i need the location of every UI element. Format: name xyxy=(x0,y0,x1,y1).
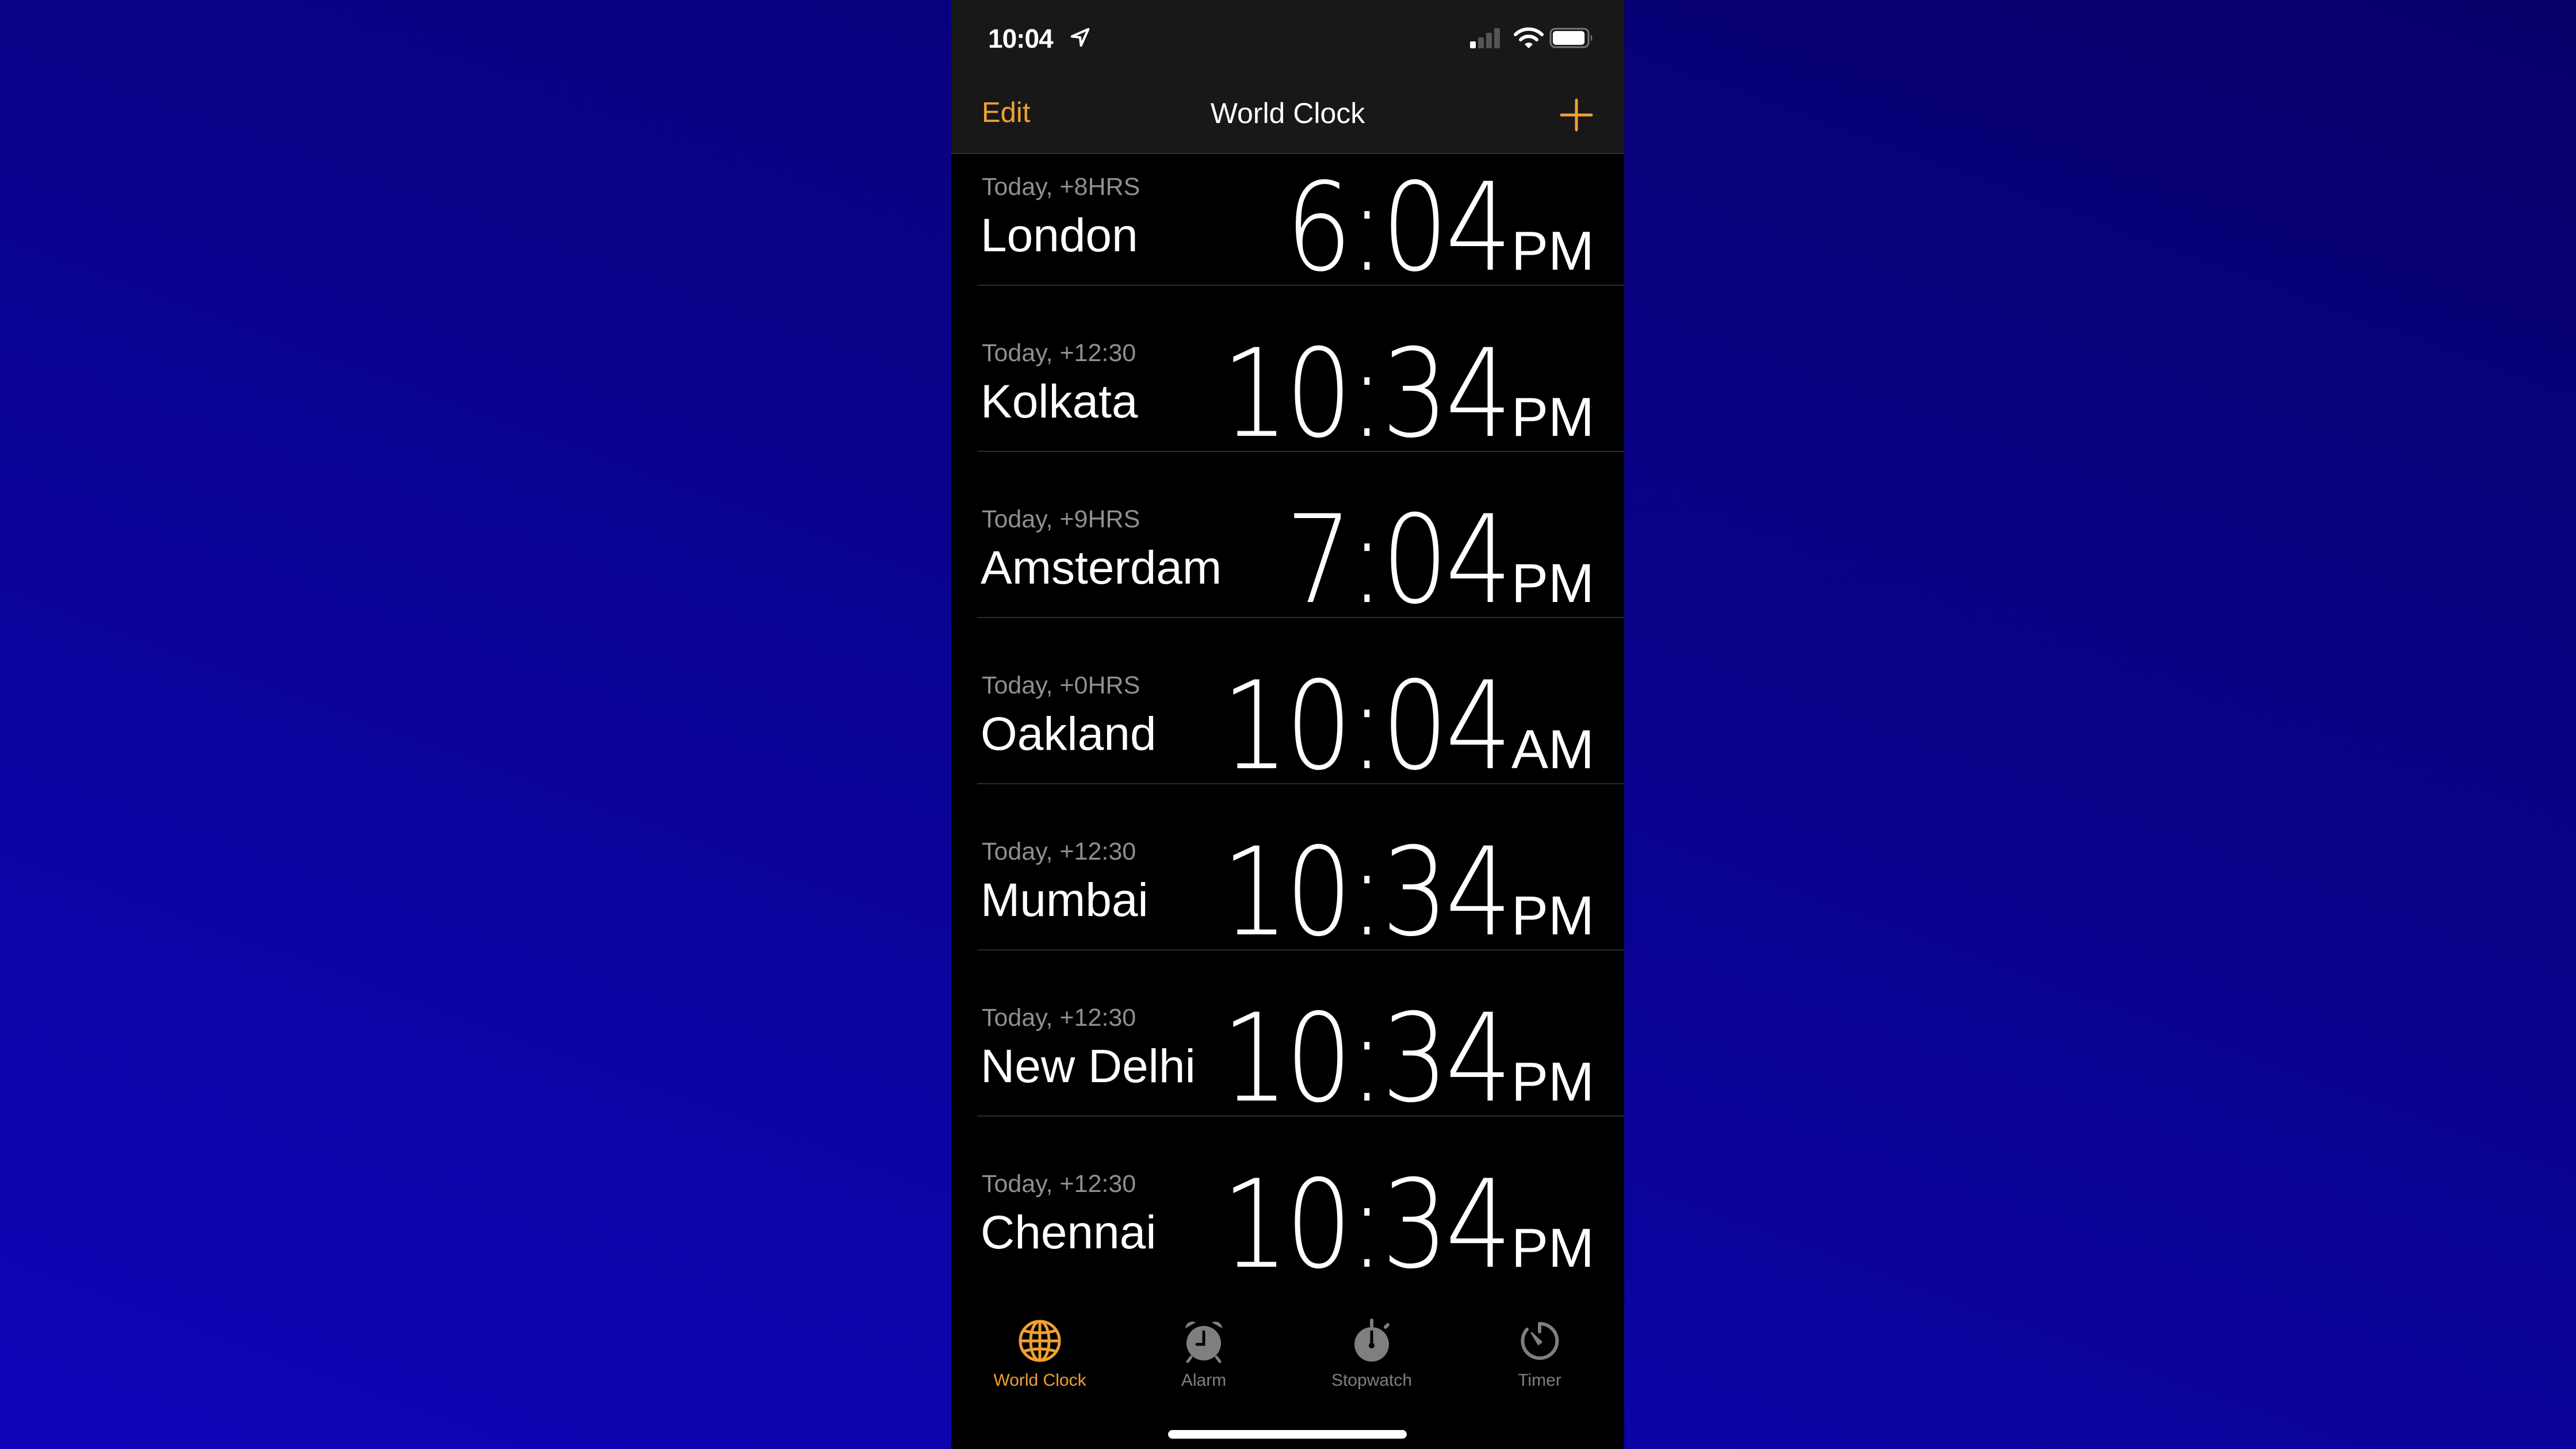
ampm-label: PM xyxy=(1511,386,1594,448)
ampm-label: PM xyxy=(1511,1217,1594,1279)
signal-bar xyxy=(1486,33,1492,48)
world-clock-list: Today, +8HRS London 6:04PM Today, +12:30… xyxy=(951,120,1624,1286)
location-arrow-icon xyxy=(1070,28,1090,47)
city-name: Chennai xyxy=(981,1206,1157,1259)
clock-row[interactable]: Today, +9HRS Amsterdam 7:04PM xyxy=(977,452,1624,621)
status-time: 10:04 xyxy=(988,24,1054,53)
time-offset-label: Today, +12:30 xyxy=(982,339,1136,367)
clock-row[interactable]: Today, +12:30 Mumbai 10:34PM xyxy=(977,784,1624,953)
time-digits: 10:34 xyxy=(1222,821,1512,963)
clock-time: 10:04AM xyxy=(1175,665,1594,787)
time-digits: 10:04 xyxy=(1222,655,1512,797)
clock-time: 10:34PM xyxy=(1175,333,1594,455)
ampm-label: PM xyxy=(1511,1051,1594,1113)
clock-time: 7:04PM xyxy=(1249,499,1594,621)
tab-world-clock[interactable]: World Clock xyxy=(956,1279,1124,1417)
home-indicator[interactable] xyxy=(1168,1430,1407,1439)
signal-icon xyxy=(1470,28,1500,48)
city-name: Amsterdam xyxy=(981,542,1222,594)
clock-time: 10:34PM xyxy=(1175,1164,1594,1286)
city-name: Mumbai xyxy=(981,874,1149,926)
clock-row[interactable]: Today, +12:30 New Delhi 10:34PM xyxy=(977,950,1624,1120)
tab-label: Stopwatch xyxy=(1331,1371,1413,1390)
clock-time: 10:34PM xyxy=(1175,831,1594,953)
phone-screen: 10:04 Edit World Clock Today, +8HRS Lond… xyxy=(951,0,1624,1449)
signal-bar xyxy=(1478,37,1484,48)
clock-time: 10:34PM xyxy=(1175,998,1594,1120)
tab-alarm[interactable]: Alarm xyxy=(1120,1279,1288,1417)
ampm-label: PM xyxy=(1511,553,1594,614)
time-digits: 10:34 xyxy=(1222,323,1512,465)
time-offset-label: Today, +8HRS xyxy=(982,173,1140,201)
time-offset-label: Today, +12:30 xyxy=(982,1170,1136,1198)
clock-row[interactable]: Today, +0HRS Oakland 10:04AM xyxy=(977,618,1624,787)
wifi-icon xyxy=(1514,27,1544,48)
tab-bar: World Clock Alarm Stopwatch Timer xyxy=(951,1279,1624,1449)
battery-fill xyxy=(1553,31,1585,45)
ampm-label: AM xyxy=(1511,719,1594,780)
tab-label: World Clock xyxy=(993,1371,1086,1390)
signal-bar xyxy=(1470,41,1476,48)
clock-row[interactable]: Today, +12:30 Kolkata 10:34PM xyxy=(977,286,1624,455)
tab-timer[interactable]: Timer xyxy=(1456,1279,1624,1417)
city-name: New Delhi xyxy=(981,1040,1196,1092)
time-digits: 10:34 xyxy=(1222,1153,1512,1295)
clock-time: 6:04PM xyxy=(1249,167,1594,289)
clock-row[interactable]: Today, +12:30 Chennai 10:34PM xyxy=(977,1117,1624,1286)
tab-label: Alarm xyxy=(1181,1371,1227,1390)
globe-icon xyxy=(1019,1320,1061,1362)
timer-icon xyxy=(1521,1321,1559,1360)
tab-stopwatch[interactable]: Stopwatch xyxy=(1288,1279,1456,1417)
time-digits: 7:04 xyxy=(1285,489,1512,631)
city-name: Oakland xyxy=(981,708,1157,760)
stopwatch-icon xyxy=(1354,1318,1390,1362)
tab-label: Timer xyxy=(1518,1371,1561,1390)
time-digits: 6:04 xyxy=(1285,156,1512,298)
ampm-label: PM xyxy=(1511,885,1594,946)
time-offset-label: Today, +12:30 xyxy=(982,1004,1136,1032)
page-title: World Clock xyxy=(1210,97,1365,129)
signal-bar xyxy=(1494,28,1500,48)
battery-icon xyxy=(1549,28,1593,48)
time-offset-label: Today, +9HRS xyxy=(982,505,1140,533)
city-name: Kolkata xyxy=(981,375,1138,428)
plus-icon[interactable] xyxy=(1559,98,1594,132)
time-offset-label: Today, +12:30 xyxy=(982,838,1136,865)
city-name: London xyxy=(981,209,1138,262)
header: 10:04 Edit World Clock xyxy=(951,0,1624,154)
alarm-clock-icon xyxy=(1185,1321,1222,1363)
ampm-label: PM xyxy=(1511,220,1594,282)
time-offset-label: Today, +0HRS xyxy=(982,672,1140,699)
time-digits: 10:34 xyxy=(1222,987,1512,1129)
